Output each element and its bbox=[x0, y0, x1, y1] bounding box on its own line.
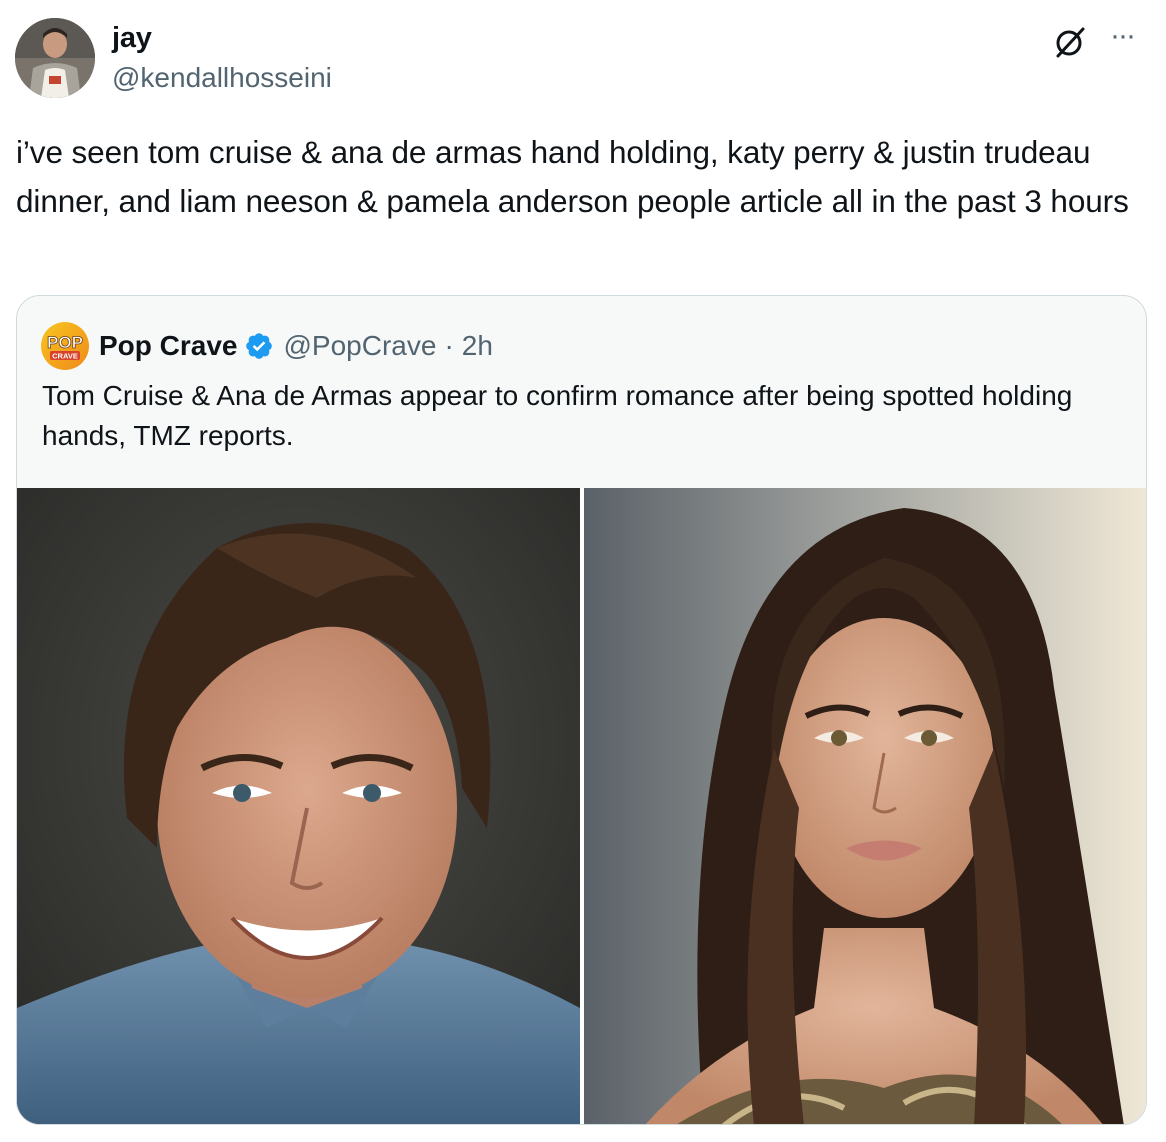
separator-dot: · bbox=[444, 330, 454, 361]
pop-crave-logo[interactable]: POP CRAVE bbox=[41, 322, 89, 370]
pop-logo-top: POP bbox=[47, 333, 83, 352]
author-handle[interactable]: @kendallhosseini bbox=[112, 62, 332, 94]
author-avatar[interactable] bbox=[15, 18, 95, 98]
pop-logo-bottom: CRAVE bbox=[52, 352, 78, 361]
quoted-media-grid bbox=[17, 488, 1146, 1124]
more-icon[interactable]: ··· bbox=[1110, 21, 1144, 56]
quoted-tweet-header: POP CRAVE Pop Crave @PopCrave · 2h bbox=[41, 322, 493, 370]
photo-woman-portrait[interactable] bbox=[584, 488, 1146, 1124]
tweet-text: i’ve seen tom cruise & ana de armas hand… bbox=[16, 134, 1129, 219]
quoted-author-name[interactable]: Pop Crave bbox=[99, 330, 238, 362]
quoted-tweet-text: Tom Cruise & Ana de Armas appear to conf… bbox=[42, 380, 1073, 451]
tweet: jay @kendallhosseini ··· i’ve seen tom c… bbox=[0, 0, 1166, 1142]
verified-badge-icon bbox=[244, 331, 274, 361]
quoted-tweet[interactable]: POP CRAVE Pop Crave @PopCrave · 2h Tom C… bbox=[16, 295, 1147, 1125]
author-name[interactable]: jay bbox=[112, 22, 152, 55]
quoted-author-handle[interactable]: @PopCrave bbox=[284, 330, 437, 362]
photo-man-portrait[interactable] bbox=[17, 488, 580, 1124]
quoted-tweet-time[interactable]: 2h bbox=[462, 330, 493, 362]
grok-icon[interactable] bbox=[1052, 24, 1088, 60]
